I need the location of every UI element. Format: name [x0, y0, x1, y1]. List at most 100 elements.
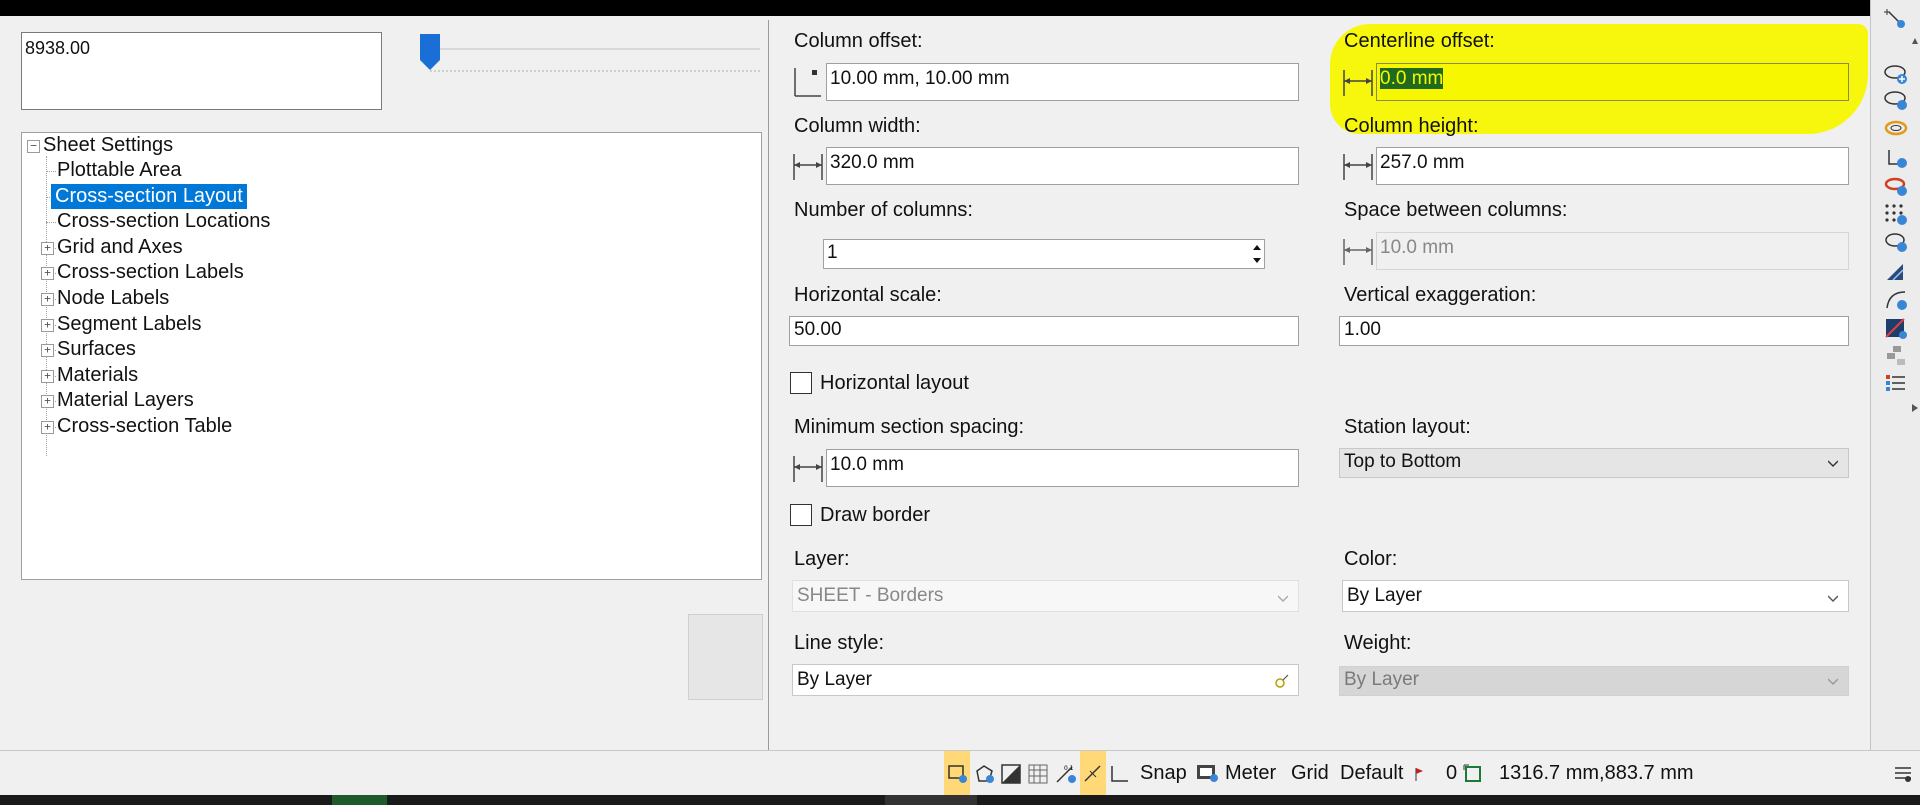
axis-add-icon[interactable]	[1883, 146, 1909, 170]
polygon-select-icon[interactable]	[974, 763, 996, 785]
color-value: By Layer	[1347, 585, 1422, 606]
color-dropdown[interactable]: By Layer	[1342, 580, 1849, 612]
stack-icon[interactable]	[1883, 344, 1909, 368]
snap-toggle[interactable]: Snap	[1140, 751, 1187, 796]
vertical-exaggeration-input[interactable]: 1.00	[1339, 316, 1849, 346]
tree-item-grid-and-axes[interactable]: Grid and Axes	[57, 235, 183, 260]
ring-add-icon[interactable]	[1883, 174, 1909, 198]
scroll-right-icon[interactable]	[1911, 403, 1919, 413]
dimension-icon	[1343, 70, 1373, 96]
arc-add-icon[interactable]	[1883, 288, 1909, 312]
draw-border-checkbox[interactable]	[790, 504, 812, 526]
line-style-label: Line style:	[794, 632, 885, 654]
horizontal-scale-input[interactable]: 50.00	[789, 316, 1299, 346]
layer-dropdown: SHEET - Borders	[792, 580, 1299, 612]
dimension-icon	[1343, 154, 1373, 180]
units-meter[interactable]: Meter	[1225, 751, 1276, 796]
svg-text:0.1: 0.1	[1064, 765, 1074, 772]
settings-tree[interactable]: − Sheet Settings Plottable Area Cross-sec…	[21, 132, 762, 580]
expand-icon[interactable]: +	[41, 369, 54, 383]
chevron-down-icon	[1828, 460, 1838, 467]
tree-item-cross-section-table[interactable]: Cross-section Table	[57, 414, 232, 439]
list-icon[interactable]	[1883, 372, 1909, 396]
viewport-icon[interactable]	[1462, 763, 1484, 785]
expand-icon[interactable]: +	[41, 318, 54, 332]
expand-icon[interactable]: +	[41, 267, 54, 281]
slider-ticks	[430, 70, 760, 72]
line-style-dropdown[interactable]: By Layer	[792, 664, 1299, 696]
slider-thumb[interactable]	[420, 34, 440, 70]
tree-item-material-layers[interactable]: Material Layers	[57, 388, 194, 413]
scroll-up-icon[interactable]	[1911, 36, 1919, 46]
expand-icon[interactable]: +	[41, 395, 54, 409]
ellipse-add-icon[interactable]	[1883, 230, 1909, 254]
dimension-icon	[1343, 239, 1373, 265]
dimension-icon	[793, 456, 823, 482]
selection-mode-icon[interactable]	[947, 763, 969, 785]
triangle-icon[interactable]	[1883, 260, 1909, 284]
grid-toggle[interactable]: Grid	[1291, 751, 1329, 796]
minimum-section-spacing-label: Minimum section spacing:	[794, 416, 1025, 438]
flag-icon[interactable]	[1414, 766, 1424, 782]
centerline-offset-label: Centerline offset:	[1344, 30, 1495, 52]
horizontal-layout-label: Horizontal layout	[820, 372, 969, 394]
expand-icon[interactable]: +	[41, 344, 54, 358]
tree-item-node-labels[interactable]: Node Labels	[57, 286, 169, 311]
spinner-arrows-icon[interactable]	[1250, 240, 1264, 268]
cursor-coordinates: 1316.7 mm,883.7 mm	[1499, 762, 1694, 784]
column-height-input[interactable]: 257.0 mm	[1376, 147, 1849, 185]
tree-item-cross-section-labels[interactable]: Cross-section Labels	[57, 260, 244, 285]
column-offset-label: Column offset:	[794, 30, 923, 52]
tree-item-surfaces[interactable]: Surfaces	[57, 337, 136, 362]
grid-display-icon[interactable]	[1027, 763, 1049, 785]
tree-item-materials[interactable]: Materials	[57, 363, 138, 388]
chevron-down-icon	[1828, 678, 1838, 685]
taskbar-item	[885, 795, 977, 805]
column-width-label: Column width:	[794, 115, 921, 137]
count-value: 0	[1446, 762, 1458, 784]
dimension-icon	[793, 154, 823, 180]
cloud-edit-icon[interactable]	[1883, 88, 1909, 112]
expand-icon[interactable]: +	[41, 241, 54, 255]
default-style[interactable]: Default	[1340, 751, 1403, 796]
ortho-snap-icon[interactable]	[1082, 763, 1104, 785]
gradient-icon[interactable]	[1883, 316, 1909, 340]
tree-item-cross-section-locations[interactable]: Cross-section Locations	[57, 209, 270, 234]
expand-icon[interactable]: +	[41, 421, 54, 434]
cloud-add-icon[interactable]	[1883, 62, 1909, 86]
weight-label: Weight:	[1344, 632, 1412, 654]
centerline-offset-input[interactable]: 0.0 mm	[1376, 63, 1849, 101]
collapse-icon[interactable]: −	[27, 140, 40, 153]
shade-icon[interactable]	[1000, 763, 1022, 785]
tree-item-segment-labels[interactable]: Segment Labels	[57, 312, 202, 337]
draw-border-label: Draw border	[820, 504, 931, 526]
grid-points-icon[interactable]	[1883, 202, 1909, 226]
slider-track[interactable]	[430, 48, 760, 50]
number-of-columns-spinner[interactable]: 1	[823, 239, 1265, 269]
status-menu-icon[interactable]	[1893, 764, 1913, 784]
expand-icon[interactable]: +	[41, 293, 54, 306]
value-textbox[interactable]: 8938.00	[21, 32, 382, 110]
column-width-input[interactable]: 320.0 mm	[826, 147, 1299, 185]
tree-item-plottable-area[interactable]: Plottable Area	[57, 158, 182, 183]
space-between-columns-input: 10.0 mm	[1376, 232, 1849, 270]
ring-icon[interactable]	[1883, 116, 1909, 140]
measure-icon[interactable]	[1195, 762, 1219, 784]
minimum-section-spacing-input[interactable]: 10.0 mm	[826, 449, 1299, 487]
weight-dropdown: By Layer	[1339, 666, 1849, 696]
station-layout-value: Top to Bottom	[1344, 451, 1462, 472]
ortho-angle-icon[interactable]	[1108, 763, 1130, 785]
tree-guide	[46, 171, 56, 172]
column-offset-input[interactable]: 10.00 mm, 10.00 mm	[826, 63, 1299, 101]
line-style-picker-icon[interactable]	[1274, 673, 1290, 689]
station-layout-dropdown[interactable]: Top to Bottom	[1339, 448, 1849, 478]
column-height-label: Column height:	[1344, 115, 1479, 137]
horizontal-layout-checkbox[interactable]	[790, 372, 812, 394]
step-snap-icon[interactable]: 0.1	[1054, 763, 1078, 785]
select-nodes-icon[interactable]	[1883, 6, 1909, 30]
weight-value: By Layer	[1344, 669, 1419, 690]
side-button[interactable]	[688, 614, 763, 700]
tree-item-cross-section-layout[interactable]: Cross-section Layout	[51, 183, 247, 209]
top-bar	[0, 0, 1870, 16]
tree-root-sheet-settings[interactable]: Sheet Settings	[43, 133, 173, 158]
